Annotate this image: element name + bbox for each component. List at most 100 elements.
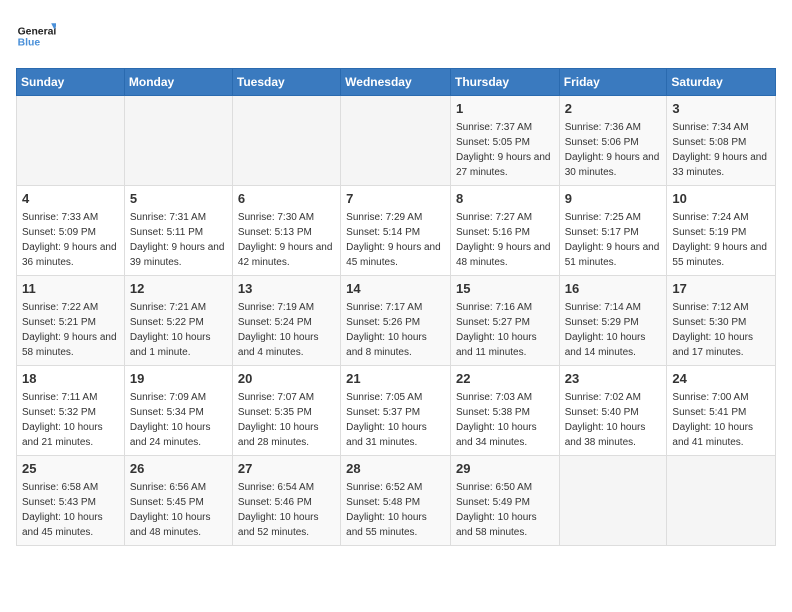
day-number: 18 xyxy=(22,370,119,388)
weekday-header-sunday: Sunday xyxy=(17,69,125,96)
day-info: Sunrise: 7:16 AM Sunset: 5:27 PM Dayligh… xyxy=(456,302,537,358)
calendar-cell: 23 Sunrise: 7:02 AM Sunset: 5:40 PM Dayli… xyxy=(559,366,667,456)
day-number: 12 xyxy=(130,280,227,298)
day-number: 8 xyxy=(456,190,554,208)
calendar-cell xyxy=(341,96,451,186)
calendar-cell: 1 Sunrise: 7:37 AM Sunset: 5:05 PM Daylig… xyxy=(450,96,559,186)
day-info: Sunrise: 7:34 AM Sunset: 5:08 PM Dayligh… xyxy=(672,122,767,178)
calendar-cell: 10 Sunrise: 7:24 AM Sunset: 5:19 PM Dayli… xyxy=(667,186,776,276)
calendar-cell: 14 Sunrise: 7:17 AM Sunset: 5:26 PM Dayli… xyxy=(341,276,451,366)
day-number: 19 xyxy=(130,370,227,388)
weekday-header-thursday: Thursday xyxy=(450,69,559,96)
calendar-cell: 7 Sunrise: 7:29 AM Sunset: 5:14 PM Daylig… xyxy=(341,186,451,276)
svg-text:Blue: Blue xyxy=(18,38,41,49)
svg-text:General: General xyxy=(18,26,56,37)
day-number: 26 xyxy=(130,460,227,478)
calendar-cell: 24 Sunrise: 7:00 AM Sunset: 5:41 PM Dayli… xyxy=(667,366,776,456)
calendar-cell: 25 Sunrise: 6:58 AM Sunset: 5:43 PM Dayli… xyxy=(17,456,125,546)
day-info: Sunrise: 7:31 AM Sunset: 5:11 PM Dayligh… xyxy=(130,212,225,268)
calendar-cell: 3 Sunrise: 7:34 AM Sunset: 5:08 PM Daylig… xyxy=(667,96,776,186)
day-info: Sunrise: 6:54 AM Sunset: 5:46 PM Dayligh… xyxy=(238,482,319,538)
page-header: General Blue xyxy=(16,16,776,56)
day-number: 24 xyxy=(672,370,770,388)
calendar-cell: 4 Sunrise: 7:33 AM Sunset: 5:09 PM Daylig… xyxy=(17,186,125,276)
day-info: Sunrise: 7:00 AM Sunset: 5:41 PM Dayligh… xyxy=(672,392,753,448)
day-info: Sunrise: 7:07 AM Sunset: 5:35 PM Dayligh… xyxy=(238,392,319,448)
calendar-cell: 21 Sunrise: 7:05 AM Sunset: 5:37 PM Dayli… xyxy=(341,366,451,456)
calendar-cell: 27 Sunrise: 6:54 AM Sunset: 5:46 PM Dayli… xyxy=(232,456,340,546)
day-number: 23 xyxy=(565,370,662,388)
calendar-cell: 26 Sunrise: 6:56 AM Sunset: 5:45 PM Dayli… xyxy=(124,456,232,546)
day-info: Sunrise: 7:22 AM Sunset: 5:21 PM Dayligh… xyxy=(22,302,117,358)
calendar-cell: 15 Sunrise: 7:16 AM Sunset: 5:27 PM Dayli… xyxy=(450,276,559,366)
calendar-cell xyxy=(559,456,667,546)
calendar-cell: 16 Sunrise: 7:14 AM Sunset: 5:29 PM Dayli… xyxy=(559,276,667,366)
calendar-cell: 18 Sunrise: 7:11 AM Sunset: 5:32 PM Dayli… xyxy=(17,366,125,456)
calendar-cell: 9 Sunrise: 7:25 AM Sunset: 5:17 PM Daylig… xyxy=(559,186,667,276)
day-number: 14 xyxy=(346,280,445,298)
day-number: 20 xyxy=(238,370,335,388)
day-number: 29 xyxy=(456,460,554,478)
day-info: Sunrise: 7:03 AM Sunset: 5:38 PM Dayligh… xyxy=(456,392,537,448)
day-number: 15 xyxy=(456,280,554,298)
day-number: 16 xyxy=(565,280,662,298)
day-info: Sunrise: 6:58 AM Sunset: 5:43 PM Dayligh… xyxy=(22,482,103,538)
day-number: 9 xyxy=(565,190,662,208)
day-info: Sunrise: 7:02 AM Sunset: 5:40 PM Dayligh… xyxy=(565,392,646,448)
day-info: Sunrise: 6:50 AM Sunset: 5:49 PM Dayligh… xyxy=(456,482,537,538)
calendar-cell xyxy=(124,96,232,186)
day-info: Sunrise: 7:09 AM Sunset: 5:34 PM Dayligh… xyxy=(130,392,211,448)
day-info: Sunrise: 7:24 AM Sunset: 5:19 PM Dayligh… xyxy=(672,212,767,268)
calendar-cell: 22 Sunrise: 7:03 AM Sunset: 5:38 PM Dayli… xyxy=(450,366,559,456)
day-number: 6 xyxy=(238,190,335,208)
day-info: Sunrise: 7:19 AM Sunset: 5:24 PM Dayligh… xyxy=(238,302,319,358)
day-info: Sunrise: 7:21 AM Sunset: 5:22 PM Dayligh… xyxy=(130,302,211,358)
day-number: 7 xyxy=(346,190,445,208)
day-info: Sunrise: 7:14 AM Sunset: 5:29 PM Dayligh… xyxy=(565,302,646,358)
day-number: 3 xyxy=(672,100,770,118)
calendar-cell xyxy=(232,96,340,186)
day-info: Sunrise: 6:56 AM Sunset: 5:45 PM Dayligh… xyxy=(130,482,211,538)
weekday-header-monday: Monday xyxy=(124,69,232,96)
calendar-cell: 2 Sunrise: 7:36 AM Sunset: 5:06 PM Daylig… xyxy=(559,96,667,186)
day-info: Sunrise: 7:36 AM Sunset: 5:06 PM Dayligh… xyxy=(565,122,660,178)
day-info: Sunrise: 7:33 AM Sunset: 5:09 PM Dayligh… xyxy=(22,212,117,268)
day-info: Sunrise: 7:30 AM Sunset: 5:13 PM Dayligh… xyxy=(238,212,333,268)
calendar-cell: 28 Sunrise: 6:52 AM Sunset: 5:48 PM Dayli… xyxy=(341,456,451,546)
day-info: Sunrise: 7:37 AM Sunset: 5:05 PM Dayligh… xyxy=(456,122,551,178)
day-number: 21 xyxy=(346,370,445,388)
calendar-cell: 17 Sunrise: 7:12 AM Sunset: 5:30 PM Dayli… xyxy=(667,276,776,366)
day-number: 11 xyxy=(22,280,119,298)
day-info: Sunrise: 7:17 AM Sunset: 5:26 PM Dayligh… xyxy=(346,302,427,358)
day-number: 27 xyxy=(238,460,335,478)
day-number: 25 xyxy=(22,460,119,478)
calendar-cell: 20 Sunrise: 7:07 AM Sunset: 5:35 PM Dayli… xyxy=(232,366,340,456)
day-info: Sunrise: 6:52 AM Sunset: 5:48 PM Dayligh… xyxy=(346,482,427,538)
day-number: 1 xyxy=(456,100,554,118)
day-info: Sunrise: 7:27 AM Sunset: 5:16 PM Dayligh… xyxy=(456,212,551,268)
weekday-header-wednesday: Wednesday xyxy=(341,69,451,96)
day-number: 4 xyxy=(22,190,119,208)
weekday-header-tuesday: Tuesday xyxy=(232,69,340,96)
calendar-cell: 5 Sunrise: 7:31 AM Sunset: 5:11 PM Daylig… xyxy=(124,186,232,276)
day-info: Sunrise: 7:05 AM Sunset: 5:37 PM Dayligh… xyxy=(346,392,427,448)
calendar-cell: 29 Sunrise: 6:50 AM Sunset: 5:49 PM Dayli… xyxy=(450,456,559,546)
day-info: Sunrise: 7:29 AM Sunset: 5:14 PM Dayligh… xyxy=(346,212,441,268)
day-info: Sunrise: 7:11 AM Sunset: 5:32 PM Dayligh… xyxy=(22,392,103,448)
day-number: 22 xyxy=(456,370,554,388)
calendar-cell xyxy=(17,96,125,186)
day-info: Sunrise: 7:12 AM Sunset: 5:30 PM Dayligh… xyxy=(672,302,753,358)
logo: General Blue xyxy=(16,16,56,56)
day-number: 17 xyxy=(672,280,770,298)
calendar-cell: 13Sunrise: 7:19 AM Sunset: 5:24 PM Dayli… xyxy=(232,276,340,366)
calendar-cell: 12 Sunrise: 7:21 AM Sunset: 5:22 PM Dayli… xyxy=(124,276,232,366)
calendar-cell: 6 Sunrise: 7:30 AM Sunset: 5:13 PM Daylig… xyxy=(232,186,340,276)
day-number: 28 xyxy=(346,460,445,478)
day-number: 5 xyxy=(130,190,227,208)
day-number: 2 xyxy=(565,100,662,118)
calendar-table: SundayMondayTuesdayWednesdayThursdayFrid… xyxy=(16,68,776,546)
calendar-cell: 8 Sunrise: 7:27 AM Sunset: 5:16 PM Daylig… xyxy=(450,186,559,276)
weekday-header-friday: Friday xyxy=(559,69,667,96)
day-number: 10 xyxy=(672,190,770,208)
day-info: Sunrise: 7:25 AM Sunset: 5:17 PM Dayligh… xyxy=(565,212,660,268)
